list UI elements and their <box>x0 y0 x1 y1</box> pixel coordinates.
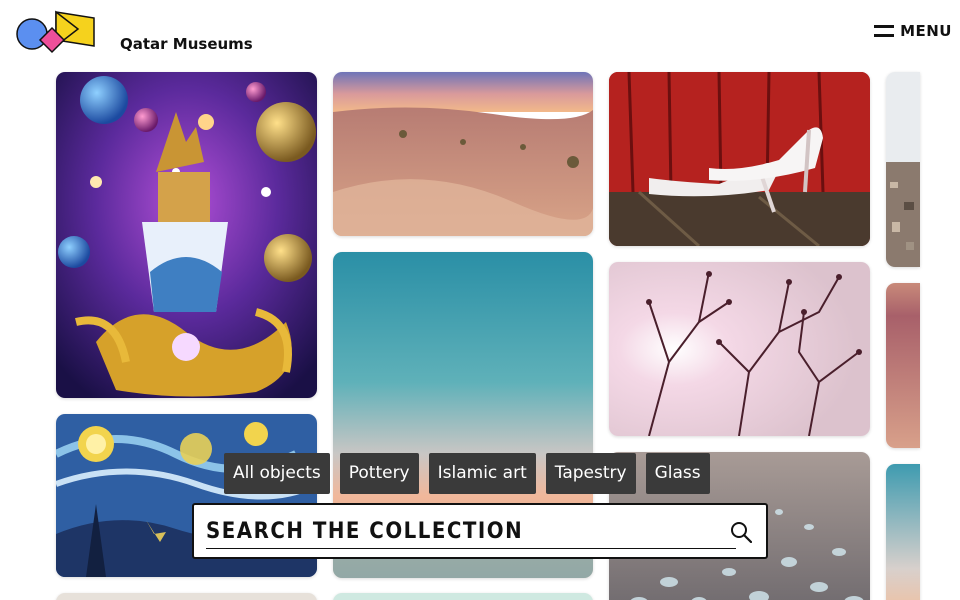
menu-label: MENU <box>900 22 952 40</box>
artwork-cosmic-teacup[interactable] <box>56 72 317 398</box>
artwork-bottom-left-partial[interactable] <box>56 593 317 600</box>
hamburger-icon <box>874 25 895 37</box>
artwork-image <box>886 464 920 600</box>
search-box <box>192 503 768 559</box>
artwork-image <box>56 72 317 398</box>
filter-islamic-art[interactable]: Islamic art <box>428 453 536 494</box>
artwork-image <box>609 262 870 436</box>
page: Qatar Museums MENU All objects Pottery I… <box>0 0 960 600</box>
search-input[interactable] <box>206 515 736 549</box>
artwork-desert-dunes[interactable] <box>886 283 920 448</box>
artwork-desert-dunes-dusk[interactable] <box>333 72 593 236</box>
category-filters: All objects Pottery Islamic art Tapestry… <box>224 453 710 494</box>
brand-name[interactable]: Qatar Museums <box>120 35 253 53</box>
artwork-teal-sky[interactable] <box>886 464 920 600</box>
filter-glass[interactable]: Glass <box>645 453 710 494</box>
filter-tapestry[interactable]: Tapestry <box>545 453 636 494</box>
filter-all-objects[interactable]: All objects <box>224 453 330 494</box>
artwork-image <box>886 283 920 448</box>
filter-pottery[interactable]: Pottery <box>339 453 419 494</box>
qatar-museums-logo[interactable] <box>16 8 96 56</box>
artwork-image <box>333 72 593 236</box>
artwork-city-aerial[interactable] <box>886 72 920 267</box>
artwork-branches-silhouette[interactable] <box>609 262 870 436</box>
menu-button[interactable]: MENU <box>874 22 952 40</box>
artwork-image <box>886 72 920 267</box>
search-icon[interactable] <box>730 521 752 543</box>
artwork-image <box>609 72 870 246</box>
artwork-col2-bottom-partial[interactable] <box>333 593 593 600</box>
artwork-white-heels[interactable] <box>609 72 870 246</box>
